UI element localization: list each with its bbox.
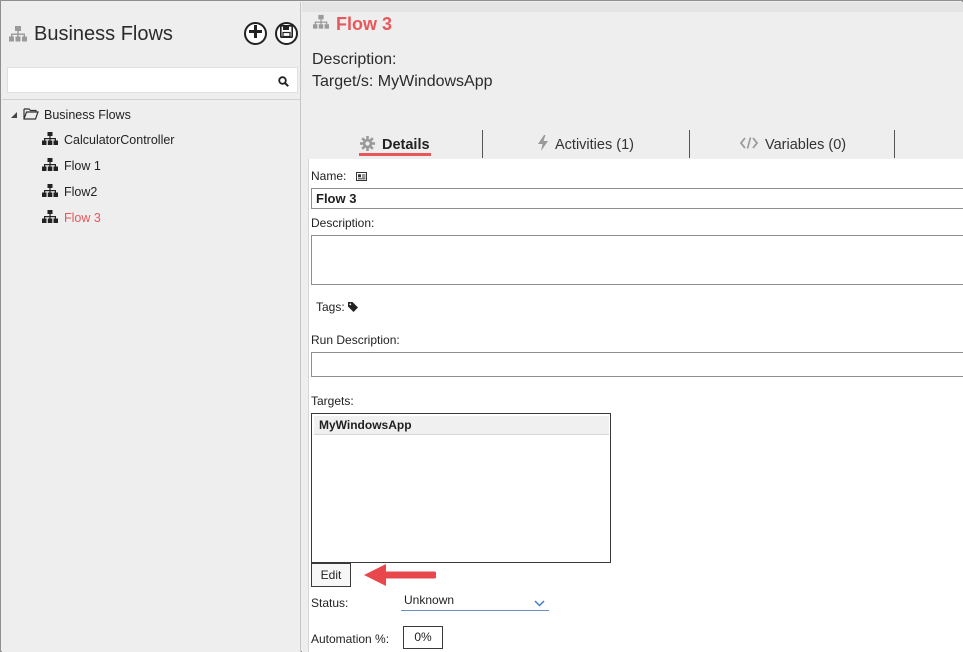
flow-tree-icon — [8, 25, 28, 43]
description-label: Description: — [311, 216, 375, 230]
page-title: Flow 3 — [312, 12, 392, 36]
pointer-arrow — [364, 564, 436, 586]
page-title-label: Flow 3 — [336, 13, 393, 34]
flow-icon — [42, 209, 58, 227]
expand-triangle-icon[interactable] — [10, 108, 18, 122]
edit-targets-button[interactable]: Edit — [311, 563, 351, 587]
tree-item-label: CalculatorController — [64, 133, 175, 147]
folder-open-icon — [23, 107, 39, 123]
run-description-field[interactable] — [311, 352, 963, 377]
tree-item-flow-1[interactable]: Flow 1 — [42, 157, 101, 175]
tags-label-text: Tags: — [316, 300, 345, 314]
panel-title: Business Flows — [8, 20, 173, 48]
code-icon — [739, 137, 759, 153]
status-label: Status: — [311, 596, 349, 610]
bolt-icon — [538, 135, 548, 155]
targets-list[interactable]: MyWindowsApp — [311, 413, 611, 563]
gear-icon — [360, 135, 375, 155]
save-button[interactable] — [275, 22, 298, 45]
name-label-text: Name: — [311, 169, 347, 183]
tab-label: Activities (1) — [555, 137, 634, 153]
divider — [2, 99, 301, 100]
search-icon[interactable] — [278, 74, 289, 92]
search-box — [7, 67, 298, 93]
tab-bar: Details Activities (1) Variables (0) — [302, 130, 963, 160]
save-icon — [280, 24, 293, 43]
flow-icon — [42, 157, 58, 175]
flow-icon — [42, 183, 58, 201]
status-value: Unknown — [404, 593, 455, 607]
app-window: Business Flows Business Flows Calculator… — [0, 0, 963, 652]
flow-tree-icon — [312, 14, 330, 35]
business-flows-panel: Business Flows Business Flows Calculator… — [2, 2, 301, 652]
tree-item-label: Flow2 — [64, 185, 98, 199]
run-description-label: Run Description: — [311, 333, 400, 347]
panel-title-label: Business Flows — [34, 22, 173, 45]
plus-icon — [249, 24, 262, 43]
tags-label[interactable]: Tags: — [316, 300, 359, 315]
active-tab-indicator — [359, 153, 431, 156]
tree-item-calculatorcontroller[interactable]: CalculatorController — [42, 131, 174, 149]
flow-icon — [42, 131, 58, 149]
flow-details-panel: Flow 3 Description: Target/s: MyWindowsA… — [302, 2, 963, 652]
tree-root-label: Business Flows — [44, 108, 131, 122]
description-field[interactable] — [311, 235, 963, 285]
automation-label: Automation %: — [311, 632, 390, 646]
tab-variables[interactable]: Variables (0) — [739, 130, 847, 160]
tree-item-label: Flow 3 — [64, 211, 101, 225]
id-card-icon[interactable] — [355, 170, 367, 184]
header-description: Description: — [312, 51, 397, 68]
name-label: Name: — [311, 169, 367, 184]
tree-item-flow-3[interactable]: Flow 3 — [42, 209, 101, 227]
top-strip — [302, 2, 963, 12]
tab-separator — [689, 130, 690, 158]
tree-item-flow2[interactable]: Flow2 — [42, 183, 97, 201]
targets-label: Targets: — [311, 394, 354, 408]
automation-percent-field[interactable]: 0% — [403, 626, 443, 649]
details-form: Name: Flow 3 Description: Tags: Run Desc… — [308, 159, 963, 652]
tab-separator — [482, 130, 483, 158]
tree-item-label: Flow 1 — [64, 159, 101, 173]
tree-root-business-flows[interactable]: Business Flows — [10, 106, 131, 124]
tab-label: Details — [382, 137, 430, 153]
tab-label: Variables (0) — [765, 137, 847, 153]
tab-activities[interactable]: Activities (1) — [538, 130, 634, 160]
add-flow-button[interactable] — [244, 22, 267, 45]
name-field[interactable]: Flow 3 — [311, 188, 963, 209]
tab-separator — [894, 130, 895, 158]
status-dropdown[interactable]: Unknown — [401, 591, 549, 611]
search-input[interactable] — [8, 68, 268, 92]
list-item[interactable]: MyWindowsApp — [314, 416, 609, 435]
header-targets: Target/s: MyWindowsApp — [312, 73, 493, 90]
tag-icon[interactable] — [348, 301, 359, 315]
chevron-down-icon[interactable] — [534, 594, 545, 612]
